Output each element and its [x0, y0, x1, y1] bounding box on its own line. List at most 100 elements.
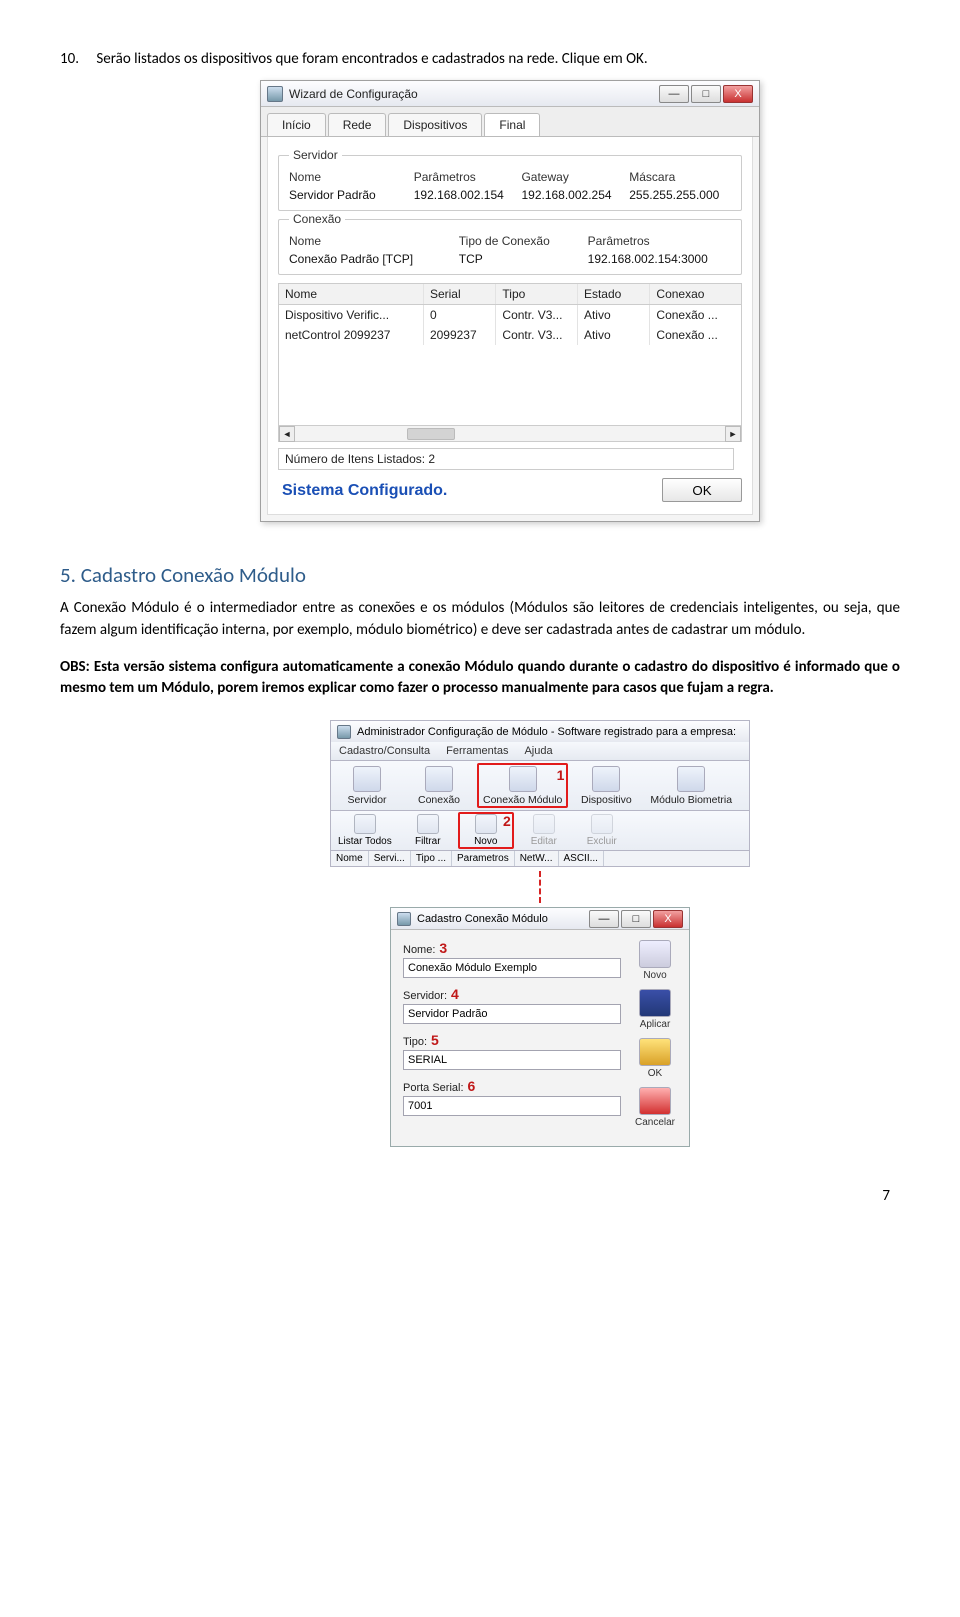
tbtn-dispositivo[interactable]: Dispositivo — [570, 761, 642, 810]
srv-head-param: Parâmetros — [414, 170, 516, 184]
cancel-icon — [639, 1087, 671, 1115]
cell: Conexão ... — [650, 325, 741, 345]
srv-val-nome: Servidor Padrão — [289, 188, 408, 202]
maximize-button[interactable]: □ — [691, 85, 721, 103]
cell: 0 — [424, 305, 496, 325]
highlight-box-1 — [477, 763, 568, 808]
toolbar-main: Servidor Conexão Conexão Módulo 1 Dispos… — [330, 761, 750, 811]
tbtn-label: Dispositivo — [581, 794, 632, 806]
tbtn-label: Módulo Biometria — [650, 794, 732, 806]
cell: Dispositivo Verific... — [279, 305, 424, 325]
section-heading: 5. Cadastro Conexão Módulo — [60, 562, 900, 588]
dialog-title: Cadastro Conexão Módulo — [417, 913, 548, 925]
section-paragraph: A Conexão Módulo é o intermediador entre… — [60, 598, 900, 642]
legend-servidor: Servidor — [289, 148, 342, 162]
device-icon — [592, 766, 620, 792]
tab-rede[interactable]: Rede — [328, 113, 387, 136]
admin-titlebar: Administrador Configuração de Módulo - S… — [330, 720, 750, 742]
tbtn-conexao[interactable]: Conexão — [403, 761, 475, 810]
horizontal-scrollbar[interactable]: ◄ ► — [279, 425, 741, 441]
maximize-button[interactable]: □ — [621, 910, 651, 928]
callout-4: 4 — [451, 986, 459, 1002]
btn-aplicar[interactable]: Aplicar — [633, 989, 677, 1030]
minimize-button[interactable]: — — [589, 910, 619, 928]
tbtn2-label: Editar — [531, 836, 557, 847]
gtab-servi[interactable]: Servi... — [369, 851, 411, 866]
cx-head-nome: Nome — [289, 234, 453, 248]
input-nome[interactable] — [403, 958, 621, 978]
server-icon — [353, 766, 381, 792]
scroll-right-icon[interactable]: ► — [725, 426, 741, 442]
wizard-window: Wizard de Configuração — □ X Início Rede… — [260, 80, 760, 522]
col-tipo[interactable]: Tipo — [496, 284, 578, 304]
gtab-netw[interactable]: NetW... — [515, 851, 559, 866]
connector-line — [539, 871, 541, 903]
select-servidor[interactable] — [403, 1004, 621, 1024]
dialog-form: Nome:3 Servidor:4 Tipo:5 Porta Serial:6 — [403, 940, 621, 1136]
tbtn-label: Conexão — [418, 794, 460, 806]
device-grid: Nome Serial Tipo Estado Conexao Disposit… — [278, 283, 742, 442]
page-number: 7 — [60, 1187, 900, 1205]
table-row[interactable]: Dispositivo Verific... 0 Contr. V3... At… — [279, 305, 741, 325]
callout-5: 5 — [431, 1032, 439, 1048]
cx-val-nome: Conexão Padrão [TCP] — [289, 252, 453, 266]
close-button[interactable]: X — [723, 85, 753, 103]
scroll-left-icon[interactable]: ◄ — [279, 426, 295, 442]
gtab-param[interactable]: Parametros — [452, 851, 515, 866]
status-message: Sistema Configurado. — [278, 480, 447, 500]
obs-text: OBS: Esta versão sistema configura autom… — [60, 658, 900, 698]
tbtn-listar-todos[interactable]: Listar Todos — [331, 811, 399, 850]
select-tipo[interactable] — [403, 1050, 621, 1070]
cx-val-param: 192.168.002.154:3000 — [588, 252, 731, 266]
tbtn2-label: Listar Todos — [338, 836, 392, 847]
table-row[interactable]: netControl 2099237 2099237 Contr. V3... … — [279, 325, 741, 345]
tbtn-modulo-biometria[interactable]: Módulo Biometria — [642, 761, 740, 810]
tbtn-servidor[interactable]: Servidor — [331, 761, 403, 810]
tab-inicio[interactable]: Início — [267, 113, 326, 136]
titlebar: Wizard de Configuração — □ X — [261, 81, 759, 107]
check-icon — [639, 1038, 671, 1066]
gtab-tipo[interactable]: Tipo ... — [411, 851, 452, 866]
tbtn-excluir: Excluir — [573, 811, 631, 850]
btn-novo[interactable]: Novo — [633, 940, 677, 981]
col-conexao[interactable]: Conexao — [650, 284, 741, 304]
tbtn-label: Servidor — [347, 794, 386, 806]
callout-6: 6 — [468, 1078, 476, 1094]
srv-head-mask: Máscara — [629, 170, 731, 184]
tbtn-novo[interactable]: Novo 2 — [457, 811, 515, 850]
col-nome[interactable]: Nome — [279, 284, 424, 304]
srv-val-gateway: 192.168.002.254 — [521, 188, 623, 202]
menu-ferramentas[interactable]: Ferramentas — [446, 745, 508, 757]
gtab-ascii[interactable]: ASCII... — [559, 851, 604, 866]
wizard-panel: Servidor Nome Servidor Padrão Parâmetros 1… — [267, 137, 753, 515]
tbtn-conexao-modulo[interactable]: Conexão Módulo 1 — [475, 761, 570, 810]
dialog-side-buttons: Novo Aplicar OK Cancelar — [631, 940, 679, 1136]
obs-paragraph: OBS: Esta versão sistema configura autom… — [60, 657, 900, 701]
btn-cancelar[interactable]: Cancelar — [633, 1087, 677, 1128]
item-count: Número de Itens Listados: 2 — [278, 448, 734, 470]
select-porta-serial[interactable] — [403, 1096, 621, 1116]
list-icon — [354, 814, 376, 834]
col-serial[interactable]: Serial — [424, 284, 496, 304]
section-number: 5. — [60, 562, 76, 588]
tbtn-filtrar[interactable]: Filtrar — [399, 811, 457, 850]
ok-button[interactable]: OK — [662, 478, 742, 502]
srv-val-param: 192.168.002.154 — [414, 188, 516, 202]
scroll-thumb[interactable] — [407, 428, 455, 440]
sbtn-label: Aplicar — [640, 1019, 671, 1030]
col-estado[interactable]: Estado — [578, 284, 650, 304]
cell: Contr. V3... — [496, 305, 578, 325]
callout-1: 1 — [557, 767, 565, 783]
close-button[interactable]: X — [653, 910, 683, 928]
tab-dispositivos[interactable]: Dispositivos — [388, 113, 482, 136]
biometry-icon — [677, 766, 705, 792]
minimize-button[interactable]: — — [659, 85, 689, 103]
cell: Conexão ... — [650, 305, 741, 325]
menu-cadastro[interactable]: Cadastro/Consulta — [339, 745, 430, 757]
menu-ajuda[interactable]: Ajuda — [524, 745, 552, 757]
btn-ok[interactable]: OK — [633, 1038, 677, 1079]
gtab-nome[interactable]: Nome — [331, 851, 369, 866]
cell: 2099237 — [424, 325, 496, 345]
tab-final[interactable]: Final — [484, 113, 540, 136]
globe-icon — [425, 766, 453, 792]
